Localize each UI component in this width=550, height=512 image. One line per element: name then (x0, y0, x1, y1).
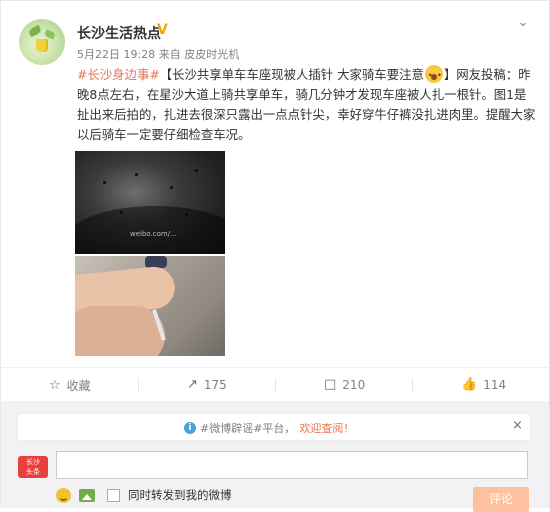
info-icon: i (184, 422, 196, 434)
username[interactable]: 长沙生活热点 (77, 23, 161, 43)
image-icon[interactable] (79, 488, 95, 502)
comment-count: 210 (342, 377, 366, 392)
post-time[interactable]: 5月22日 19:28 (77, 48, 155, 61)
seat-hole (170, 186, 173, 189)
post-title: 【长沙共享单车车座现被人插针 大家骑车要注意 (159, 67, 424, 82)
logo-line: 长沙 (26, 458, 40, 466)
comment-submit-button[interactable]: 评论 (473, 487, 529, 512)
seat-hole (185, 213, 188, 216)
comment-input[interactable] (56, 451, 528, 479)
avatar-cup (36, 39, 48, 52)
comment-button[interactable]: □ 210 (324, 377, 365, 392)
chevron-down-icon[interactable]: ⌄ (515, 15, 531, 31)
repost-icon: ↗ (187, 377, 198, 392)
like-button[interactable]: 👍 114 (461, 377, 506, 392)
divider (275, 378, 276, 392)
like-count: 114 (483, 377, 507, 392)
forward-checkbox[interactable] (107, 488, 120, 502)
comment-area: i #微博辟谣#平台， 欢迎查阅！ × 长沙 头条 同时转发到我的微博 评论 (1, 401, 549, 512)
comment-icon: □ (324, 377, 337, 392)
emoji-icon[interactable] (56, 487, 71, 503)
like-icon: 👍 (461, 377, 478, 392)
composer-tools: 同时转发到我的微博 (56, 487, 232, 503)
divider (412, 378, 413, 392)
notice-text[interactable]: #微博辟谣#平台， (200, 420, 295, 436)
post-image-2[interactable] (75, 256, 225, 356)
close-icon[interactable]: × (512, 418, 523, 433)
favorite-button[interactable]: ☆ 收藏 (49, 377, 91, 394)
post-meta: 5月22日 19:28 来自 皮皮时光机 (77, 46, 239, 62)
repost-button[interactable]: ↗ 175 (187, 377, 227, 392)
forward-label: 同时转发到我的微博 (128, 488, 232, 502)
seat-hole (195, 169, 198, 172)
action-bar: ☆ 收藏 ↗ 175 □ 210 👍 114 (1, 367, 549, 401)
post-title-end: 】网友投稿： (443, 67, 519, 82)
post-text: #长沙身边事#【长沙共享单车车座现被人插针 大家骑车要注意】网友投稿：昨晚8点左… (77, 65, 537, 145)
rumor-notice: i #微博辟谣#平台， 欢迎查阅！ × (17, 413, 531, 441)
post-source[interactable]: 皮皮时光机 (184, 48, 239, 61)
shocked-emoji-icon (424, 65, 443, 86)
post-image-1[interactable]: weibo.com/... (75, 151, 225, 254)
favorite-label: 收藏 (66, 379, 91, 393)
avatar-leaf (27, 24, 43, 38)
star-icon: ☆ (49, 378, 61, 393)
divider (138, 378, 139, 392)
source-prefix: 来自 (158, 48, 181, 61)
repost-count: 175 (203, 377, 227, 392)
image-watermark: weibo.com/... (130, 230, 177, 238)
logo-line: 头条 (26, 468, 40, 476)
notice-link[interactable]: 欢迎查阅！ (299, 420, 354, 436)
hashtag-link[interactable]: #长沙身边事# (77, 67, 160, 82)
seat-hole (135, 173, 138, 176)
finger (75, 306, 165, 356)
user-logo: 长沙 头条 (18, 456, 48, 478)
verified-badge-icon: V (157, 22, 168, 38)
avatar-leaf (44, 29, 56, 40)
weibo-post-card: 长沙生活热点 V 5月22日 19:28 来自 皮皮时光机 ⌄ #长沙身边事#【… (0, 0, 550, 512)
seat-hole (103, 181, 106, 184)
avatar[interactable] (19, 19, 65, 65)
seat-hole (120, 211, 123, 214)
